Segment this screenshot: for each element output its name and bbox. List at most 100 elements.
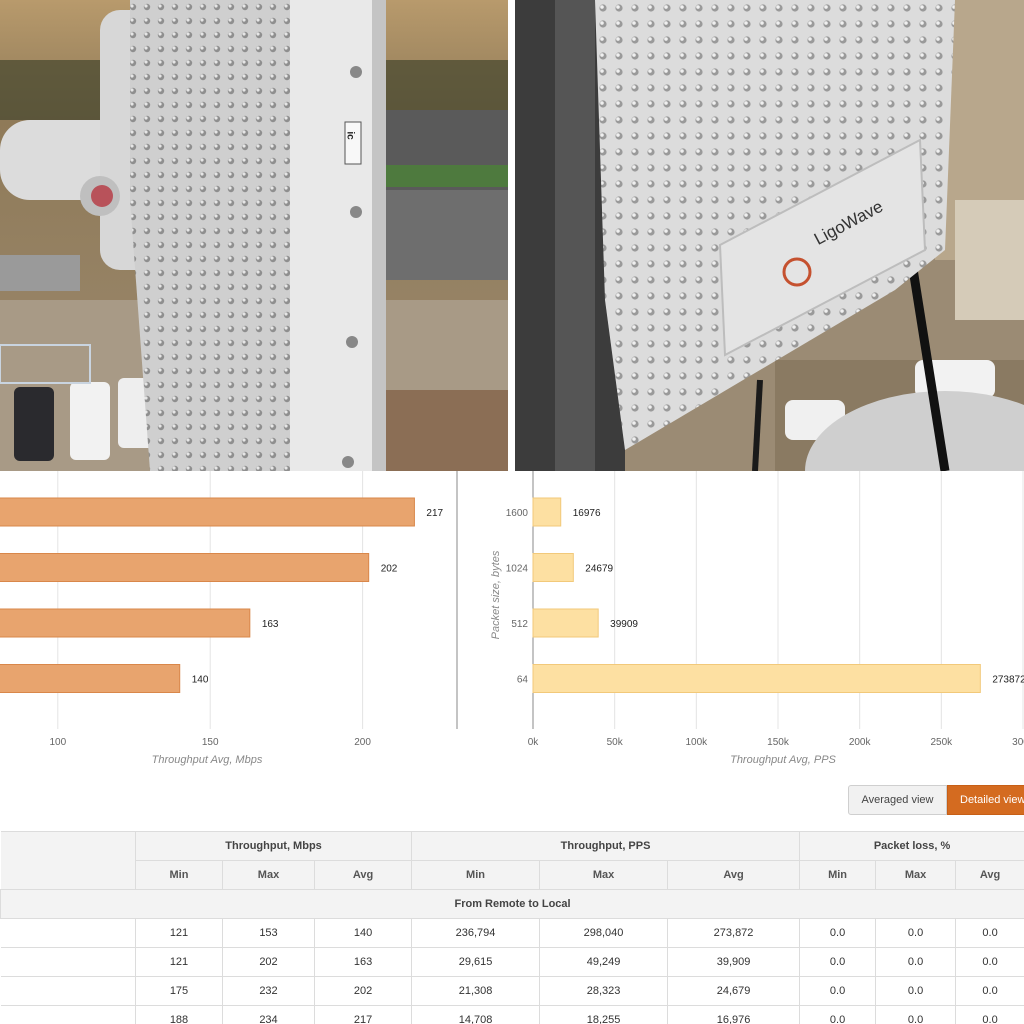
pps-y-tick-label: 64 [517, 675, 529, 686]
pps-x-tick-label: 150k [767, 737, 790, 748]
table-cell: 153 [222, 918, 315, 948]
table-cell: 0.0 [799, 976, 877, 1006]
section-row: From Remote to Local [0, 889, 1024, 919]
sub-header-mbps-avg: Avg [313, 860, 413, 890]
pps-y-tick-label: 512 [511, 619, 528, 630]
group-header-throughput-pps: Throughput, PPS [411, 831, 801, 861]
table-cell: 234 [222, 1005, 315, 1024]
table-row: 175 232 202 21,308 28,323 24,679 0.0 0.0… [0, 976, 1024, 1006]
mbps-bar [0, 553, 370, 582]
pps-y-tick-label: 1024 [506, 564, 529, 575]
sub-header-loss-avg: Avg [955, 860, 1024, 890]
table-cell: 232 [222, 976, 315, 1006]
table-cell: 18,255 [539, 1005, 669, 1024]
mbps-x-axis-title: Throughput Avg, Mbps [152, 754, 263, 766]
pps-y-axis-title: Packet size, bytes [490, 550, 502, 639]
pps-x-tick-label: 100k [685, 737, 708, 748]
throughput-pps-chart-svg: 0k 50k 100k 150k 200k 250k 300k 16976 1600 24679 1… [490, 471, 1024, 766]
throughput-pps-chart: 0k 50k 100k 150k 200k 250k 300k 16976 1600 24679 1… [480, 471, 1024, 771]
table-cell: 236,794 [411, 918, 541, 948]
table-cell: 0.0 [799, 918, 877, 948]
table-cell: 24,679 [667, 976, 801, 1006]
section-title: From Remote to Local [0, 889, 1024, 919]
mbps-bar [0, 664, 181, 693]
mbps-bar [0, 497, 415, 527]
group-header-throughput-mbps: Throughput, Mbps [134, 831, 413, 861]
table-cell: 0.0 [875, 918, 957, 948]
sub-header-pps-min: Min [411, 860, 541, 890]
table-cell: 140 [313, 918, 413, 948]
group-header-packet-loss: Packet loss, % [799, 831, 1024, 861]
table-cell: 39,909 [667, 947, 801, 977]
results-table: Throughput, Mbps Throughput, PPS Packet … [0, 831, 1024, 1024]
table-cell: 0.0 [875, 947, 957, 977]
table-cell: 0.0 [955, 947, 1024, 977]
table-cell: 14,708 [411, 1005, 541, 1024]
table-cell: 163 [313, 947, 413, 977]
mbps-x-tick-label: 150 [202, 737, 219, 748]
pps-x-tick-label: 0k [528, 737, 540, 748]
pps-x-tick-label: 300k [1012, 737, 1024, 748]
device-sticker-text: ic [344, 131, 356, 140]
sub-header-pps-avg: Avg [667, 860, 801, 890]
table-cell: 202 [222, 947, 315, 977]
table-row: 121 202 163 29,615 49,249 39,909 0.0 0.0… [0, 947, 1024, 977]
pps-x-tick-label: 250k [930, 737, 953, 748]
table-cell: 49,249 [539, 947, 669, 977]
table-cell: 0.0 [875, 1005, 957, 1024]
row-label-cell [0, 976, 136, 1006]
pps-bar-value-label: 16976 [573, 508, 601, 519]
table-cell: 0.0 [875, 976, 957, 1006]
table-cell: 21,308 [411, 976, 541, 1006]
corner-header-cell [0, 831, 136, 890]
pps-bar-value-label: 39909 [610, 619, 638, 630]
radio-mount-photo: ic [0, 0, 508, 471]
mbps-x-tick-label: 200 [354, 737, 371, 748]
table-cell: 121 [135, 947, 223, 977]
mbps-bar-value-label: 202 [381, 564, 398, 575]
pps-bar [532, 553, 574, 582]
pps-bar [532, 497, 562, 527]
table-cell: 188 [135, 1005, 223, 1024]
mbps-bar-value-label: 163 [262, 619, 279, 630]
table-cell: 0.0 [799, 1005, 877, 1024]
table-cell: 273,872 [667, 918, 801, 948]
pps-x-tick-label: 50k [607, 737, 624, 748]
table-row: 188 234 217 14,708 18,255 16,976 0.0 0.0… [0, 1005, 1024, 1024]
row-label-cell [0, 1005, 136, 1024]
row-label-cell [0, 918, 136, 948]
averaged-view-button[interactable]: Averaged view [848, 785, 947, 815]
table-cell: 28,323 [539, 976, 669, 1006]
table-cell: 0.0 [955, 976, 1024, 1006]
table-cell: 0.0 [955, 918, 1024, 948]
ligowave-unit-photo-art [515, 0, 1024, 471]
pps-x-axis-title: Throughput Avg, PPS [730, 754, 836, 766]
sub-header-loss-min: Min [799, 860, 877, 890]
pps-y-tick-label: 1600 [506, 508, 529, 519]
sub-header-pps-max: Max [539, 860, 669, 890]
pps-bar-value-label: 24679 [585, 564, 613, 575]
table-cell: 0.0 [799, 947, 877, 977]
sub-header-row: Min Max Avg Min Max Avg Min Max Avg [1, 860, 1024, 890]
table-cell: 175 [135, 976, 223, 1006]
throughput-mbps-chart: 50100150200217202163140Throughput Avg, M… [0, 471, 470, 771]
group-header-row: Throughput, Mbps Throughput, PPS Packet … [0, 831, 1024, 890]
pps-bar-value-label: 273872 [992, 675, 1024, 686]
table-cell: 298,040 [539, 918, 669, 948]
sub-header-loss-max: Max [875, 860, 957, 890]
sub-header-mbps-min: Min [135, 860, 223, 890]
table-cell: 16,976 [667, 1005, 801, 1024]
mbps-x-tick-label: 100 [49, 737, 66, 748]
pps-bar [532, 608, 599, 638]
detailed-view-button[interactable]: Detailed view [947, 785, 1024, 815]
table-row: 121 153 140 236,794 298,040 273,872 0.0 … [0, 918, 1024, 948]
table-cell: 217 [313, 1005, 413, 1024]
throughput-mbps-chart-svg: 50100150200217202163140Throughput Avg, M… [0, 471, 458, 766]
radio-mount-photo-art [0, 0, 508, 471]
sub-header-mbps-max: Max [222, 860, 315, 890]
table-cell: 29,615 [411, 947, 541, 977]
photo-divider [508, 0, 515, 471]
mbps-bar-value-label: 140 [192, 675, 209, 686]
view-toggle: Averaged view Detailed view [848, 785, 1024, 815]
pps-x-tick-label: 200k [849, 737, 872, 748]
